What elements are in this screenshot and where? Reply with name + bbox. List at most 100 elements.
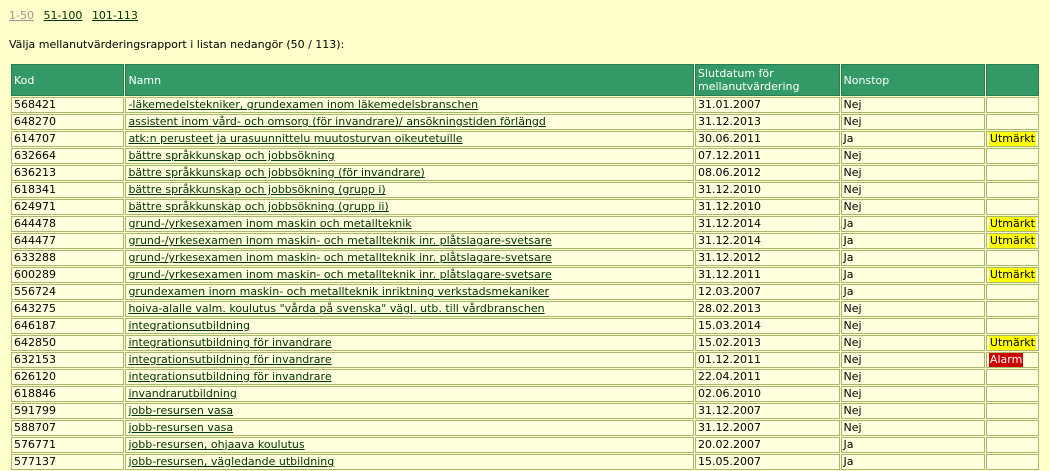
cell-status bbox=[985, 165, 1039, 181]
cell-slutdatum: 31.12.2014 bbox=[695, 233, 840, 249]
status-badge: Utmärkt bbox=[988, 336, 1036, 350]
cell-status: Utmärkt bbox=[985, 267, 1039, 283]
cell-nonstop: Nej bbox=[840, 403, 985, 419]
cell-slutdatum: 22.04.2011 bbox=[695, 369, 840, 385]
cell-kod: 591799 bbox=[11, 403, 125, 419]
cell-slutdatum: 15.02.2013 bbox=[695, 335, 840, 351]
status-badge: Utmärkt bbox=[988, 234, 1036, 248]
table-row: 642850 integrationsutbildning för invandr… bbox=[11, 335, 1039, 351]
cell-nonstop: Nej bbox=[840, 369, 985, 385]
table-row: 588707 jobb-resursen vasa 31.12.2007 Nej bbox=[11, 420, 1039, 436]
course-link[interactable]: integrationsutbildning för invandrare bbox=[128, 336, 331, 349]
cell-nonstop: Nej bbox=[840, 420, 985, 436]
course-link[interactable]: invandrarutbildning bbox=[128, 387, 236, 400]
course-link[interactable]: -läkemedelstekniker, grundexamen inom lä… bbox=[128, 98, 478, 111]
cell-status: Utmärkt bbox=[985, 131, 1039, 147]
cell-namn: jobb-resursen, ohjaava koulutus bbox=[125, 437, 694, 453]
cell-slutdatum: 31.12.2010 bbox=[695, 182, 840, 198]
table-row: 643275 hoiva-alalle valm. koulutus "vårda… bbox=[11, 301, 1039, 317]
course-link[interactable]: grundexamen inom maskin- och metalltekni… bbox=[128, 285, 549, 298]
cell-slutdatum: 28.02.2013 bbox=[695, 301, 840, 317]
cell-kod: 646187 bbox=[11, 318, 125, 334]
course-link[interactable]: integrationsutbildning bbox=[128, 319, 250, 332]
cell-kod: 568421 bbox=[11, 97, 125, 113]
course-link[interactable]: grund-/yrkesexamen inom maskin- och meta… bbox=[128, 251, 551, 264]
cell-slutdatum: 31.12.2007 bbox=[695, 420, 840, 436]
cell-nonstop: Ja bbox=[840, 216, 985, 232]
cell-namn: bättre språkkunskap och jobbsökning (gru… bbox=[125, 199, 694, 215]
column-header-kod[interactable]: Kod bbox=[11, 64, 125, 96]
cell-nonstop: Nej bbox=[840, 182, 985, 198]
course-link[interactable]: bättre språkkunskap och jobbsökning (gru… bbox=[128, 200, 388, 213]
cell-nonstop: Ja bbox=[840, 131, 985, 147]
column-header-slutdatum[interactable]: Slutdatum för mellanutvärdering bbox=[695, 64, 840, 96]
course-link[interactable]: integrationsutbildning för invandrare bbox=[128, 370, 331, 383]
cell-status: Utmärkt bbox=[985, 335, 1039, 351]
cell-kod: 618341 bbox=[11, 182, 125, 198]
status-badge: Alarm bbox=[988, 353, 1024, 367]
column-header-nonstop[interactable]: Nonstop bbox=[840, 64, 985, 96]
cell-kod: 643275 bbox=[11, 301, 125, 317]
cell-kod: 632664 bbox=[11, 148, 125, 164]
course-link[interactable]: grund-/yrkesexamen inom maskin och metal… bbox=[128, 217, 411, 230]
course-link[interactable]: grund-/yrkesexamen inom maskin- och meta… bbox=[128, 234, 551, 247]
table-row: 568421 -läkemedelstekniker, grundexamen i… bbox=[11, 97, 1039, 113]
cell-slutdatum: 01.12.2011 bbox=[695, 352, 840, 368]
cell-status bbox=[985, 97, 1039, 113]
cell-slutdatum: 31.01.2007 bbox=[695, 97, 840, 113]
status-badge: Utmärkt bbox=[988, 132, 1036, 146]
cell-status bbox=[985, 386, 1039, 402]
cell-nonstop: Ja bbox=[840, 267, 985, 283]
column-header-namn[interactable]: Namn bbox=[125, 64, 694, 96]
course-link[interactable]: jobb-resursen vasa bbox=[128, 421, 233, 434]
course-link[interactable]: jobb-resursen vasa bbox=[128, 404, 233, 417]
table-row: 626120 integrationsutbildning för invandr… bbox=[11, 369, 1039, 385]
course-link[interactable]: grund-/yrkesexamen inom maskin- och meta… bbox=[128, 268, 551, 281]
cell-slutdatum: 31.12.2013 bbox=[695, 114, 840, 130]
cell-namn: bättre språkkunskap och jobbsökning (gru… bbox=[125, 182, 694, 198]
cell-namn: jobb-resursen vasa bbox=[125, 420, 694, 436]
cell-slutdatum: 31.12.2011 bbox=[695, 267, 840, 283]
cell-kod: 642850 bbox=[11, 335, 125, 351]
cell-status bbox=[985, 250, 1039, 266]
cell-namn: bättre språkkunskap och jobbsökning (för… bbox=[125, 165, 694, 181]
table-row: 577137 jobb-resursen, vägledande utbildni… bbox=[11, 454, 1039, 470]
cell-status: Utmärkt bbox=[985, 216, 1039, 232]
course-link[interactable]: atk:n perusteet ja urasuunnittelu muutos… bbox=[128, 132, 462, 145]
course-link[interactable]: bättre språkkunskap och jobbsökning (för… bbox=[128, 166, 424, 179]
table-row: 644478 grund-/yrkesexamen inom maskin och… bbox=[11, 216, 1039, 232]
course-link[interactable]: jobb-resursen, ohjaava koulutus bbox=[128, 438, 304, 451]
cell-status: Utmärkt bbox=[985, 233, 1039, 249]
course-link[interactable]: bättre språkkunskap och jobbsökning (gru… bbox=[128, 183, 385, 196]
table-header-row: Kod Namn Slutdatum för mellanutvärdering… bbox=[11, 64, 1039, 96]
course-link[interactable]: bättre språkkunskap och jobbsökning bbox=[128, 149, 334, 162]
cell-slutdatum: 15.03.2014 bbox=[695, 318, 840, 334]
cell-nonstop: Nej bbox=[840, 165, 985, 181]
cell-nonstop: Ja bbox=[840, 250, 985, 266]
table-row: 632153 integrationsutbildning för invandr… bbox=[11, 352, 1039, 368]
table-body: 568421 -läkemedelstekniker, grundexamen i… bbox=[11, 97, 1039, 470]
course-link[interactable]: assistent inom vård- och omsorg (för inv… bbox=[128, 115, 545, 128]
cell-kod: 588707 bbox=[11, 420, 125, 436]
cell-status bbox=[985, 403, 1039, 419]
cell-status bbox=[985, 454, 1039, 470]
table-row: 614707 atk:n perusteet ja urasuunnittelu … bbox=[11, 131, 1039, 147]
cell-status bbox=[985, 369, 1039, 385]
course-link[interactable]: jobb-resursen, vägledande utbildning bbox=[128, 455, 334, 468]
cell-slutdatum: 15.05.2007 bbox=[695, 454, 840, 470]
cell-nonstop: Nej bbox=[840, 148, 985, 164]
cell-kod: 636213 bbox=[11, 165, 125, 181]
course-link[interactable]: integrationsutbildning för invandrare bbox=[128, 353, 331, 366]
cell-nonstop: Nej bbox=[840, 114, 985, 130]
page-link-101-113[interactable]: 101-113 bbox=[92, 9, 138, 22]
table-row: 632664 bättre språkkunskap och jobbsöknin… bbox=[11, 148, 1039, 164]
cell-slutdatum: 08.06.2012 bbox=[695, 165, 840, 181]
cell-namn: integrationsutbildning för invandrare bbox=[125, 335, 694, 351]
pagination: 1-50 51-100 101-113 bbox=[9, 9, 144, 22]
cell-kod: 556724 bbox=[11, 284, 125, 300]
cell-slutdatum: 31.12.2012 bbox=[695, 250, 840, 266]
course-link[interactable]: hoiva-alalle valm. koulutus "vårda på sv… bbox=[128, 302, 544, 315]
cell-nonstop: Ja bbox=[840, 437, 985, 453]
cell-status bbox=[985, 199, 1039, 215]
page-link-51-100[interactable]: 51-100 bbox=[43, 9, 82, 22]
